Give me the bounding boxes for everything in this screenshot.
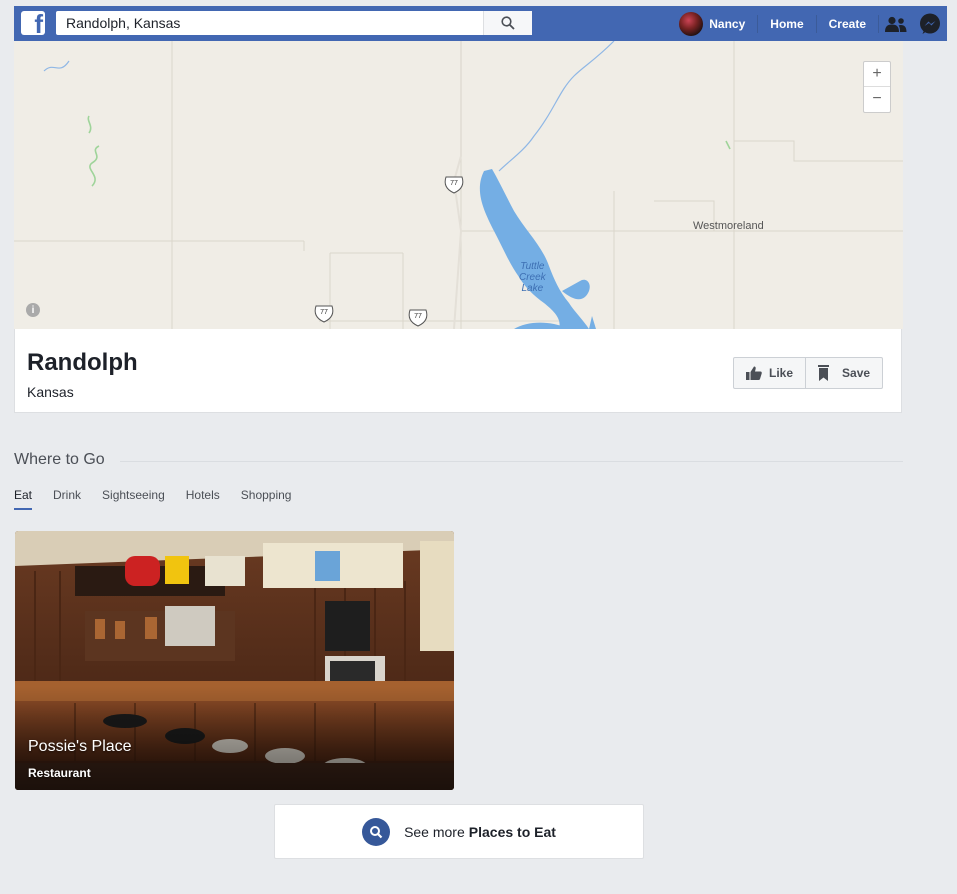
zoom-out-button[interactable]: −	[864, 86, 890, 111]
tab-eat[interactable]: Eat	[14, 488, 33, 510]
lake-label-line: Creek	[519, 272, 546, 283]
search-button[interactable]	[483, 11, 532, 35]
tab-sightseeing[interactable]: Sightseeing	[102, 488, 165, 510]
top-nav: Nancy Home Create	[679, 6, 947, 41]
search-icon	[501, 16, 515, 30]
map-label-westmoreland: Westmoreland	[693, 220, 764, 232]
search-circle-icon	[362, 817, 391, 846]
place-header-card: Randolph Kansas Like Save	[14, 329, 902, 413]
top-navigation-bar: f Nancy Home Create	[14, 6, 947, 41]
tab-hotels[interactable]: Hotels	[186, 488, 220, 510]
search-input[interactable]	[56, 11, 483, 35]
messenger-icon	[920, 13, 940, 34]
place-actions: Like Save	[733, 357, 884, 389]
lake-label-line: Tuttle	[520, 261, 545, 272]
bookmark-icon	[818, 365, 830, 381]
map-zoom-controls: + −	[863, 61, 891, 113]
place-category: Restaurant	[28, 766, 91, 780]
map[interactable]: Westmoreland Tuttle Creek Lake 77 77 77 …	[14, 41, 903, 329]
save-button[interactable]: Save	[805, 358, 882, 388]
like-label: Like	[769, 366, 794, 380]
create-link[interactable]: Create	[817, 6, 878, 41]
avatar	[679, 11, 704, 36]
route-shield-label: 77	[320, 309, 328, 316]
map-label-lake: Tuttle Creek Lake	[519, 261, 546, 294]
category-tabs: Eat Drink Sightseeing Hotels Shopping	[14, 488, 312, 510]
see-more-target: Places to Eat	[468, 823, 556, 840]
home-link[interactable]: Home	[758, 6, 815, 41]
route-shield-label: 77	[414, 313, 422, 320]
user-name: Nancy	[709, 16, 746, 31]
facebook-logo-icon[interactable]: f	[21, 11, 45, 35]
logo-letter: f	[34, 11, 43, 35]
like-button[interactable]: Like	[734, 358, 805, 388]
zoom-in-button[interactable]: +	[864, 62, 890, 86]
tab-drink[interactable]: Drink	[53, 488, 81, 510]
place-name: Possie's Place	[28, 738, 132, 755]
where-to-go-heading: Where to Go	[14, 451, 105, 468]
messenger-button[interactable]	[913, 6, 947, 41]
see-more-button[interactable]: See more Places to Eat	[274, 804, 644, 859]
place-photo-card[interactable]: Possie's Place Restaurant	[15, 531, 454, 790]
friends-button[interactable]	[879, 6, 913, 41]
see-more-prefix: See more	[404, 823, 465, 840]
page-title: Randolph	[27, 349, 138, 376]
profile-link[interactable]: Nancy	[679, 6, 757, 41]
place-subtitle: Kansas	[27, 384, 74, 400]
friends-icon	[885, 16, 907, 32]
route-shield-label: 77	[450, 180, 458, 187]
info-icon[interactable]: i	[26, 303, 40, 317]
section-divider	[120, 461, 903, 462]
tab-shopping[interactable]: Shopping	[241, 488, 292, 510]
lake-label-line: Lake	[521, 283, 544, 294]
magnifier-icon	[370, 825, 383, 838]
thumbs-up-icon	[746, 366, 762, 380]
search-box	[56, 11, 532, 35]
save-label: Save	[842, 366, 871, 380]
